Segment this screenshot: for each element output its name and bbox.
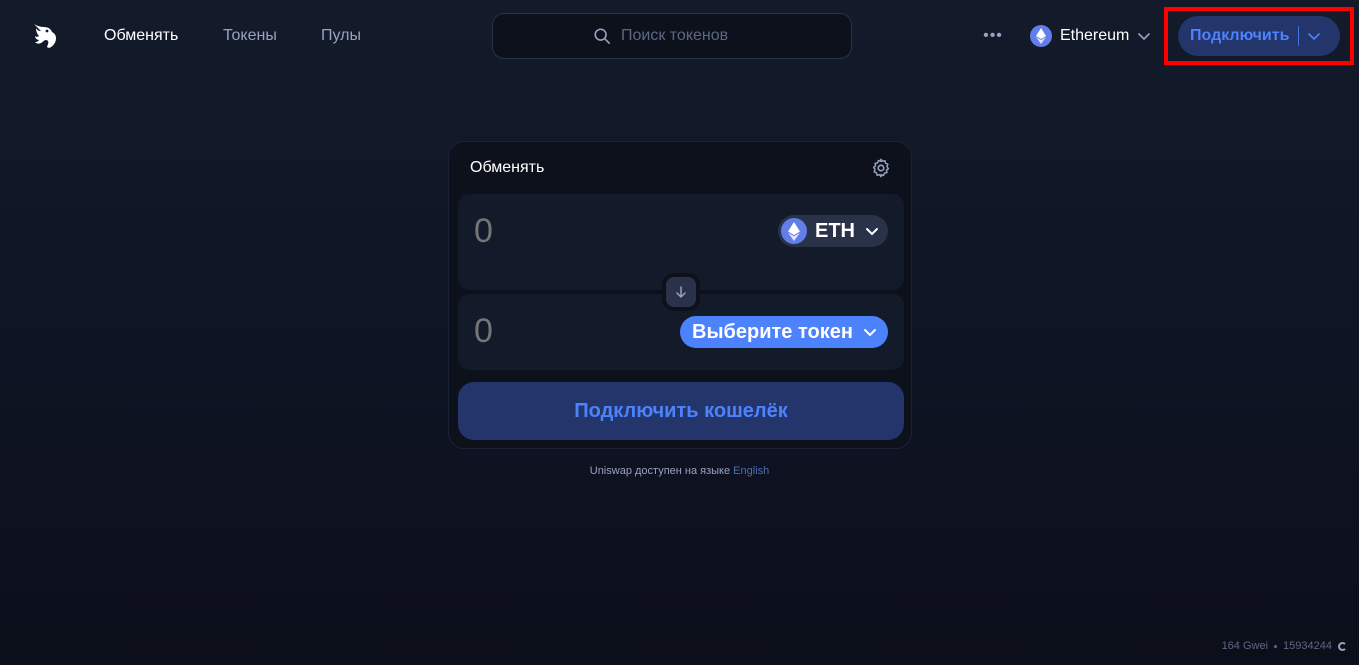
top-nav: Обменять Токены Пулы ••• Ethereum Подклю… — [0, 0, 1359, 72]
network-status: 164 Gwei 15934244 — [1222, 640, 1347, 652]
gas-price: 164 Gwei — [1221, 640, 1269, 652]
select-token-button[interactable]: Выберите токен — [680, 316, 888, 348]
more-dots-icon[interactable]: ••• — [981, 24, 1005, 48]
block-status-icon — [1338, 641, 1347, 651]
select-token-label: Выберите токен — [692, 320, 853, 343]
search-bar[interactable] — [492, 13, 852, 59]
chevron-down-icon — [863, 329, 876, 337]
amount-input-from[interactable] — [474, 212, 674, 251]
nav-link-tokens[interactable]: Токены — [223, 27, 277, 45]
swap-title: Обменять — [470, 159, 545, 176]
language-note-text: Uniswap доступен на языке — [589, 465, 731, 477]
chevron-down-icon[interactable] — [1307, 29, 1321, 43]
chevron-down-icon — [1138, 33, 1151, 41]
language-note: Uniswap доступен на языке English — [0, 465, 1359, 477]
nav-link-pools[interactable]: Пулы — [321, 27, 361, 45]
swap-card: Обменять ETH Выберите токен — [448, 141, 912, 449]
connect-divider — [1298, 26, 1300, 46]
search-icon — [594, 28, 611, 45]
connect-button[interactable]: Подключить — [1178, 16, 1340, 56]
settings-gear-icon[interactable] — [870, 157, 892, 179]
connect-wallet-button[interactable]: Подключить кошелёк — [458, 382, 904, 440]
arrow-down-icon — [676, 286, 686, 298]
language-link[interactable]: English — [733, 465, 769, 477]
nav-link-swap[interactable]: Обменять — [104, 27, 178, 45]
network-selector[interactable]: Ethereum — [1030, 22, 1151, 50]
connect-label: Подключить — [1190, 27, 1290, 44]
token-symbol: ETH — [815, 219, 855, 242]
switch-direction-button[interactable] — [662, 273, 700, 311]
connect-wallet-label: Подключить кошелёк — [574, 399, 788, 422]
ethereum-icon — [781, 218, 807, 244]
separator-dot — [1274, 644, 1278, 648]
uniswap-unicorn-icon[interactable] — [28, 20, 60, 52]
ethereum-icon — [1030, 25, 1052, 47]
amount-input-to[interactable] — [474, 312, 674, 351]
search-input[interactable] — [621, 27, 751, 45]
chevron-down-icon — [866, 228, 878, 236]
token-selector-eth[interactable]: ETH — [778, 215, 888, 247]
network-label: Ethereum — [1060, 27, 1130, 44]
block-number[interactable]: 15934244 — [1283, 640, 1332, 652]
